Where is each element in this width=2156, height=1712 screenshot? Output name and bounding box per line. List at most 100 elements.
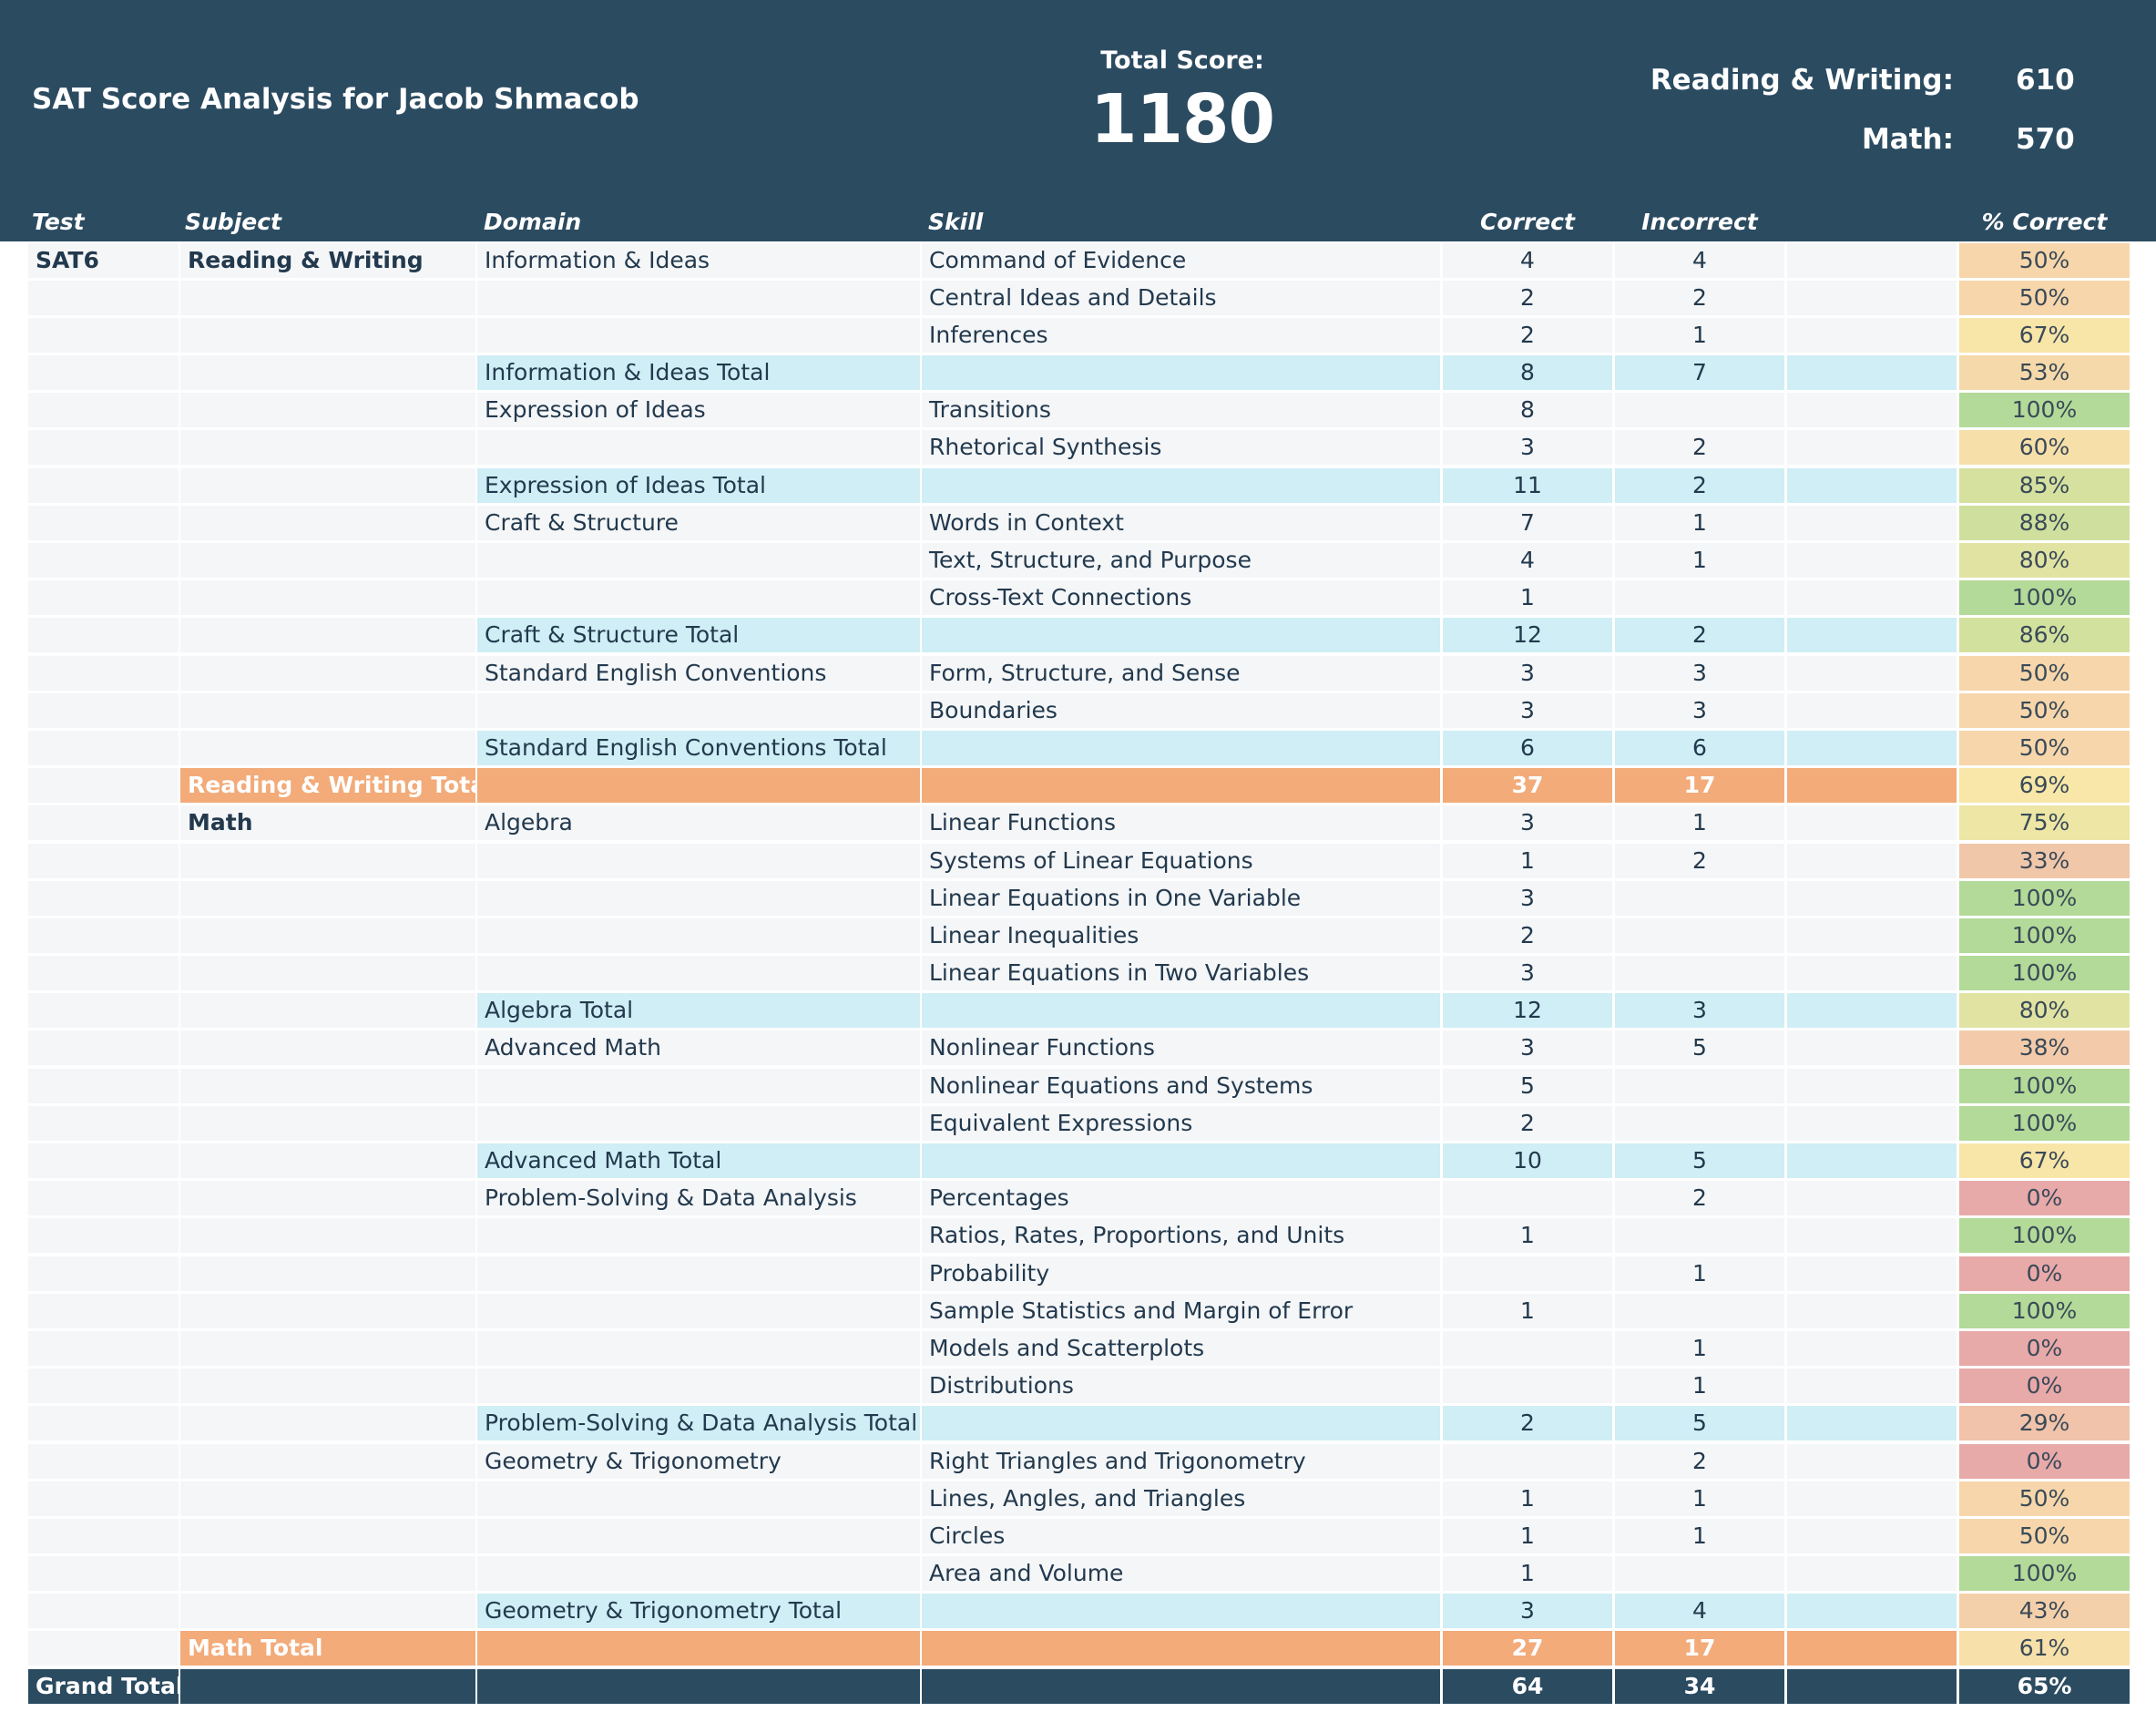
cell-incorrect[interactable]: 1 — [1615, 1481, 1784, 1516]
cell-pct-correct[interactable]: 80% — [1959, 543, 2130, 578]
cell-domain[interactable] — [477, 1256, 920, 1291]
cell-blank[interactable] — [1787, 280, 1957, 315]
cell-subject[interactable] — [180, 1443, 475, 1479]
cell-test[interactable] — [28, 280, 179, 315]
cell-test[interactable] — [28, 1518, 179, 1553]
cell-blank[interactable] — [1787, 956, 1957, 991]
cell-blank[interactable] — [1787, 1406, 1957, 1441]
cell-blank[interactable] — [1787, 1518, 1957, 1553]
cell-incorrect[interactable] — [1615, 880, 1784, 916]
cell-pct-correct[interactable]: 50% — [1959, 1518, 2130, 1553]
cell-pct-correct[interactable]: 67% — [1959, 317, 2130, 353]
cell-test[interactable] — [28, 393, 179, 428]
cell-incorrect[interactable] — [1615, 393, 1784, 428]
cell-domain[interactable]: Algebra Total — [477, 993, 920, 1029]
cell-pct-correct[interactable]: 0% — [1959, 1256, 2130, 1291]
cell-test[interactable] — [28, 317, 179, 353]
cell-blank[interactable] — [1787, 730, 1957, 765]
cell-subject[interactable] — [180, 1406, 475, 1441]
cell-subject[interactable] — [180, 1369, 475, 1404]
cell-correct[interactable]: 3 — [1443, 1030, 1612, 1066]
cell-test[interactable] — [28, 1181, 179, 1216]
cell-test[interactable] — [28, 692, 179, 728]
cell-correct[interactable]: 5 — [1443, 1068, 1612, 1103]
cell-subject[interactable] — [180, 956, 475, 991]
cell-blank[interactable] — [1787, 843, 1957, 878]
cell-skill[interactable]: Ratios, Rates, Proportions, and Units — [922, 1218, 1440, 1254]
cell-domain[interactable]: Expression of Ideas — [477, 393, 920, 428]
cell-test[interactable] — [28, 467, 179, 503]
col-header-pct-correct[interactable]: % Correct — [1959, 209, 2130, 235]
cell-blank[interactable] — [1787, 1068, 1957, 1103]
cell-incorrect[interactable]: 4 — [1615, 242, 1784, 278]
cell-skill[interactable] — [922, 467, 1440, 503]
cell-domain[interactable]: Problem-Solving & Data Analysis Total — [477, 1406, 920, 1441]
cell-blank[interactable] — [1787, 1369, 1957, 1404]
cell-blank[interactable] — [1787, 1443, 1957, 1479]
cell-subject[interactable] — [180, 655, 475, 691]
cell-skill[interactable]: Probability — [922, 1256, 1440, 1291]
cell-domain[interactable] — [477, 768, 920, 804]
cell-incorrect[interactable]: 2 — [1615, 618, 1784, 653]
cell-incorrect[interactable]: 1 — [1615, 505, 1784, 540]
cell-subject[interactable] — [180, 1330, 475, 1366]
cell-test[interactable] — [28, 1030, 179, 1066]
cell-blank[interactable] — [1787, 393, 1957, 428]
cell-incorrect[interactable] — [1615, 1105, 1784, 1141]
cell-incorrect[interactable]: 6 — [1615, 730, 1784, 765]
cell-pct-correct[interactable]: 53% — [1959, 355, 2130, 391]
cell-skill[interactable]: Words in Context — [922, 505, 1440, 540]
cell-correct[interactable]: 11 — [1443, 467, 1612, 503]
cell-pct-correct[interactable]: 100% — [1959, 580, 2130, 616]
cell-subject[interactable] — [180, 430, 475, 466]
cell-skill[interactable]: Cross-Text Connections — [922, 580, 1440, 616]
cell-test[interactable] — [28, 1218, 179, 1254]
cell-test[interactable] — [28, 655, 179, 691]
cell-skill[interactable]: Rhetorical Synthesis — [922, 430, 1440, 466]
cell-pct-correct[interactable]: 29% — [1959, 1406, 2130, 1441]
cell-skill[interactable]: Inferences — [922, 317, 1440, 353]
cell-correct[interactable]: 2 — [1443, 1105, 1612, 1141]
cell-correct[interactable]: 4 — [1443, 543, 1612, 578]
cell-subject[interactable] — [180, 280, 475, 315]
cell-correct[interactable]: 37 — [1443, 768, 1612, 804]
cell-subject[interactable] — [180, 692, 475, 728]
cell-pct-correct[interactable]: 100% — [1959, 1218, 2130, 1254]
cell-test[interactable] — [28, 805, 179, 841]
cell-pct-correct[interactable]: 33% — [1959, 843, 2130, 878]
cell-blank[interactable] — [1787, 242, 1957, 278]
cell-skill[interactable]: Command of Evidence — [922, 242, 1440, 278]
cell-subject[interactable] — [180, 1594, 475, 1629]
cell-correct[interactable] — [1443, 1330, 1612, 1366]
cell-correct[interactable]: 1 — [1443, 1556, 1612, 1592]
cell-correct[interactable]: 1 — [1443, 580, 1612, 616]
cell-domain[interactable]: Craft & Structure — [477, 505, 920, 540]
cell-domain[interactable]: Standard English Conventions — [477, 655, 920, 691]
cell-correct[interactable]: 1 — [1443, 1481, 1612, 1516]
cell-correct[interactable]: 3 — [1443, 956, 1612, 991]
cell-incorrect[interactable]: 17 — [1615, 768, 1784, 804]
cell-blank[interactable] — [1787, 1218, 1957, 1254]
cell-incorrect[interactable]: 7 — [1615, 355, 1784, 391]
cell-pct-correct[interactable]: 100% — [1959, 880, 2130, 916]
cell-skill[interactable]: Percentages — [922, 1181, 1440, 1216]
cell-subject[interactable] — [180, 393, 475, 428]
cell-pct-correct[interactable]: 88% — [1959, 505, 2130, 540]
cell-correct[interactable]: 3 — [1443, 805, 1612, 841]
cell-domain[interactable] — [477, 317, 920, 353]
cell-skill[interactable] — [922, 1631, 1440, 1666]
cell-domain[interactable] — [477, 1068, 920, 1103]
cell-blank[interactable] — [1787, 805, 1957, 841]
cell-skill[interactable] — [922, 1143, 1440, 1178]
cell-pct-correct[interactable]: 60% — [1959, 430, 2130, 466]
cell-incorrect[interactable]: 3 — [1615, 655, 1784, 691]
col-header-correct[interactable]: Correct — [1443, 209, 1612, 235]
cell-correct[interactable]: 1 — [1443, 1293, 1612, 1328]
cell-domain[interactable] — [477, 1369, 920, 1404]
cell-subject[interactable] — [180, 730, 475, 765]
cell-blank[interactable] — [1787, 618, 1957, 653]
cell-domain[interactable] — [477, 956, 920, 991]
cell-correct[interactable]: 12 — [1443, 993, 1612, 1029]
cell-incorrect[interactable]: 1 — [1615, 1369, 1784, 1404]
cell-test[interactable] — [28, 956, 179, 991]
